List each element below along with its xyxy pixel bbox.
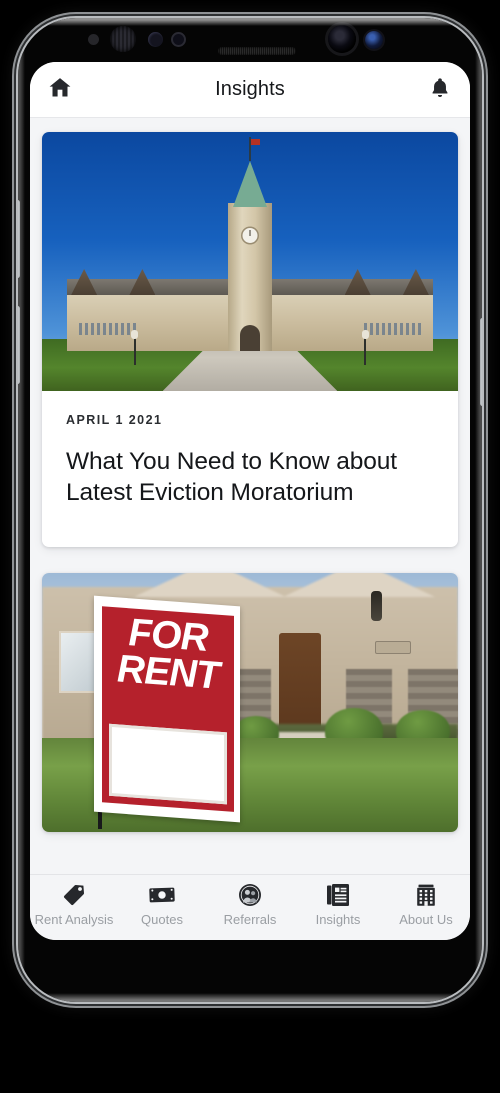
article-card[interactable]: FOR RENT	[42, 572, 458, 832]
tab-label: Insights	[315, 912, 361, 927]
article-date: APRIL 1 2021	[66, 413, 163, 427]
phone-screen: Insights APRIL 1 2021 What You Need to K…	[30, 62, 470, 940]
sensor-dot-icon	[88, 34, 99, 45]
page-title: Insights	[215, 78, 285, 100]
sign-line-2: RENT	[116, 647, 220, 698]
front-camera-icon	[328, 25, 356, 53]
bell-icon[interactable]	[429, 75, 451, 104]
article-feed[interactable]: APRIL 1 2021 What You Need to Know about…	[30, 118, 470, 874]
phone-device: Insights APRIL 1 2021 What You Need to K…	[18, 18, 482, 1002]
power-button[interactable]	[480, 318, 482, 406]
bottom-tab-bar: Rent Analysis Quotes Referrals Insights …	[30, 874, 470, 940]
parliament-hill-photo	[42, 132, 458, 391]
price-tag-icon	[62, 883, 86, 907]
article-card-body: APRIL 1 2021 What You Need to Know about…	[42, 391, 458, 547]
earpiece-speaker	[218, 47, 296, 55]
home-icon[interactable]	[47, 75, 73, 104]
proximity-sensor-icon	[148, 32, 163, 47]
for-rent-sign: FOR RENT	[94, 595, 240, 823]
tab-label: Referrals	[223, 912, 277, 927]
volume-up-button[interactable]	[18, 200, 20, 278]
tab-quotes[interactable]: Quotes	[118, 883, 206, 927]
phone-top-bezel	[18, 18, 482, 62]
for-rent-sign-photo: FOR RENT	[42, 572, 458, 832]
article-title: What You Need to Know about Latest Evict…	[66, 448, 398, 507]
app-header: Insights	[30, 62, 470, 118]
tab-referrals[interactable]: Referrals	[206, 883, 294, 927]
article-card[interactable]: APRIL 1 2021 What You Need to Know about…	[42, 132, 458, 547]
people-circle-icon	[238, 883, 262, 907]
article-icon	[326, 883, 350, 907]
banknote-icon	[149, 883, 175, 907]
tab-label: About Us	[399, 912, 453, 927]
volume-down-button[interactable]	[18, 306, 20, 384]
tab-label: Rent Analysis	[34, 912, 114, 927]
tab-insights[interactable]: Insights	[294, 883, 382, 927]
tab-label: Quotes	[141, 912, 183, 927]
iris-scanner-icon	[110, 26, 136, 52]
light-sensor-icon	[173, 34, 184, 45]
tab-rent-analysis[interactable]: Rent Analysis	[30, 883, 118, 927]
tab-about-us[interactable]: About Us	[382, 883, 470, 927]
building-icon	[414, 883, 438, 907]
infrared-sensor-icon	[365, 31, 383, 49]
